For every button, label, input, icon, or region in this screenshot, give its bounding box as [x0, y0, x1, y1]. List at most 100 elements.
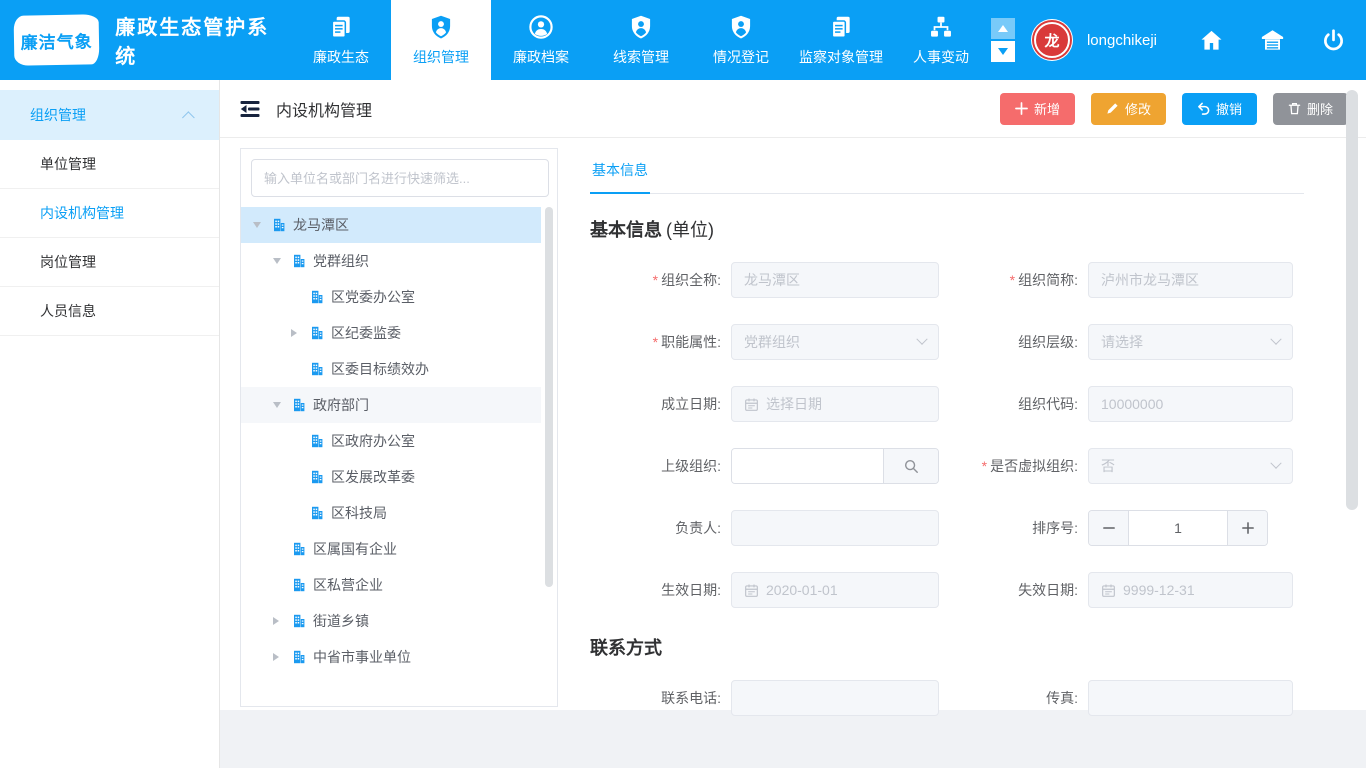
required-mark: * [653, 272, 658, 288]
scroll-down-button[interactable] [991, 41, 1015, 62]
fax-input [1088, 680, 1293, 716]
parent-org-input[interactable] [732, 449, 883, 483]
tree-node[interactable]: 中省市事业单位 [241, 639, 541, 675]
username: longchikeji [1087, 32, 1157, 49]
shield-user-icon [728, 14, 754, 40]
building-icon [309, 325, 325, 341]
sitemap-icon [928, 14, 954, 40]
caret-placeholder [291, 436, 309, 446]
nav-item-renshibiandong[interactable]: 人事变动 [891, 0, 991, 80]
calendar-icon [1101, 583, 1116, 598]
fold-menu-icon[interactable] [238, 97, 262, 121]
tab-basic-info[interactable]: 基本信息 [590, 160, 650, 194]
field-label: 传真: [947, 688, 1088, 708]
shield-user-icon [628, 14, 654, 40]
function-attr-select: 党群组织 [731, 324, 939, 360]
field-org-code: 组织代码: 10000000 [947, 386, 1304, 422]
is-virtual-select: 否 [1088, 448, 1293, 484]
tree-node[interactable]: 区党委办公室 [241, 279, 541, 315]
sort-no-stepper: 1 [1088, 510, 1268, 546]
field-label: 组织代码: [947, 394, 1088, 414]
tree-node[interactable]: 区委目标绩效办 [241, 351, 541, 387]
tree-node[interactable]: 区发展改革委 [241, 459, 541, 495]
org-level-select: 请选择 [1088, 324, 1293, 360]
leader-input [731, 510, 939, 546]
chevron-up-icon [182, 111, 195, 124]
sort-no-value[interactable]: 1 [1129, 511, 1227, 545]
increment-button[interactable] [1227, 511, 1267, 545]
caret-placeholder [273, 580, 291, 590]
field-function-attr: *职能属性: 党群组织 [590, 324, 947, 360]
pen-icon [1106, 102, 1119, 115]
tree-search-input[interactable] [251, 159, 549, 197]
org-tree-panel: 龙马潭区 党群组织 区党委办公室 区纪委监委 [240, 148, 558, 707]
scroll-up-button[interactable] [991, 18, 1015, 39]
tab-bar: 基本信息 [590, 148, 1304, 194]
system-title: 廉政生态管护系统 [115, 11, 275, 69]
tree-node[interactable]: 区政府办公室 [241, 423, 541, 459]
decrement-button[interactable] [1089, 511, 1129, 545]
tree-node[interactable]: 街道乡镇 [241, 603, 541, 639]
avatar-seal: 龙 [1034, 22, 1070, 58]
nav-item-zuzhiguanli[interactable]: 组织管理 [391, 0, 491, 80]
tree-node[interactable]: 区私营企业 [241, 567, 541, 603]
tree-node[interactable]: 区科技局 [241, 495, 541, 531]
building-icon [291, 649, 307, 665]
field-label: 负责人: [590, 518, 731, 538]
add-button[interactable]: 新增 [1000, 93, 1075, 125]
required-mark: * [653, 334, 658, 350]
content-scrollbar[interactable] [1346, 90, 1358, 510]
undo-button[interactable]: 撤销 [1182, 93, 1257, 125]
caret-placeholder [291, 472, 309, 482]
phone-input [731, 680, 939, 716]
detail-form: 基本信息 基本信息(单位) *组织全称: 龙马潭区 *组织简称: 泸州市龙马潭区 [590, 148, 1304, 710]
nav-item-jianchaduixiang[interactable]: 监察对象管理 [791, 0, 891, 80]
shield-user-icon [428, 14, 454, 40]
parent-org-search-button[interactable] [883, 449, 938, 483]
sidebar-item-gangweiguanli[interactable]: 岗位管理 [0, 238, 219, 287]
tree-node[interactable]: 区纪委监委 [241, 315, 541, 351]
nav-item-lianzhengshengtai[interactable]: 廉政生态 [291, 0, 391, 80]
field-label: 生效日期: [590, 580, 731, 600]
building-icon [291, 541, 307, 557]
field-is-virtual: *是否虚拟组织: 否 [947, 448, 1304, 484]
building-icon [309, 361, 325, 377]
power-icon[interactable] [1321, 28, 1346, 53]
tree-scrollbar[interactable] [545, 207, 553, 587]
caret-right-icon[interactable] [273, 616, 291, 626]
sidebar-item-neishejigou[interactable]: 内设机构管理 [0, 189, 219, 238]
avatar[interactable]: 龙 [1031, 19, 1073, 61]
calendar-icon [744, 583, 759, 598]
tree-node[interactable]: 政府部门 [241, 387, 541, 423]
caret-down-icon[interactable] [273, 400, 291, 410]
caret-placeholder [291, 508, 309, 518]
tree-node[interactable]: 党群组织 [241, 243, 541, 279]
nav-item-xiansuoguanli[interactable]: 线索管理 [591, 0, 691, 80]
field-org-full-name: *组织全称: 龙马潭区 [590, 262, 947, 298]
building-icon [291, 397, 307, 413]
sidebar-group-zuzhiguanli[interactable]: 组织管理 [0, 90, 219, 140]
sidebar-item-renyuanxinxi[interactable]: 人员信息 [0, 287, 219, 336]
edit-button[interactable]: 修改 [1091, 93, 1166, 125]
nav-item-qingkuangdengji[interactable]: 情况登记 [691, 0, 791, 80]
plus-icon [1242, 522, 1254, 534]
delete-button[interactable]: 删除 [1273, 93, 1348, 125]
sidebar: 组织管理 单位管理 内设机构管理 岗位管理 人员信息 [0, 80, 220, 768]
documents-icon [828, 14, 854, 40]
caret-right-icon[interactable] [273, 652, 291, 662]
caret-down-icon[interactable] [253, 220, 271, 230]
field-found-date: 成立日期: 选择日期 [590, 386, 947, 422]
building-icon [291, 613, 307, 629]
caret-down-icon[interactable] [273, 256, 291, 266]
home-icon[interactable] [1199, 28, 1224, 53]
tree-node[interactable]: 龙马潭区 [241, 207, 541, 243]
sidebar-item-danweiguanli[interactable]: 单位管理 [0, 140, 219, 189]
archive-icon[interactable] [1260, 28, 1285, 53]
search-icon [903, 458, 919, 474]
tree-node[interactable]: 区属国有企业 [241, 531, 541, 567]
field-label: 上级组织: [590, 456, 731, 476]
nav-item-lianzhengdangan[interactable]: 廉政档案 [491, 0, 591, 80]
required-mark: * [1010, 272, 1015, 288]
topbar: 廉洁气象 廉政生态管护系统 廉政生态 组织管理 廉政档案 线索管理 情况登记 监… [0, 0, 1366, 80]
caret-right-icon[interactable] [291, 328, 309, 338]
